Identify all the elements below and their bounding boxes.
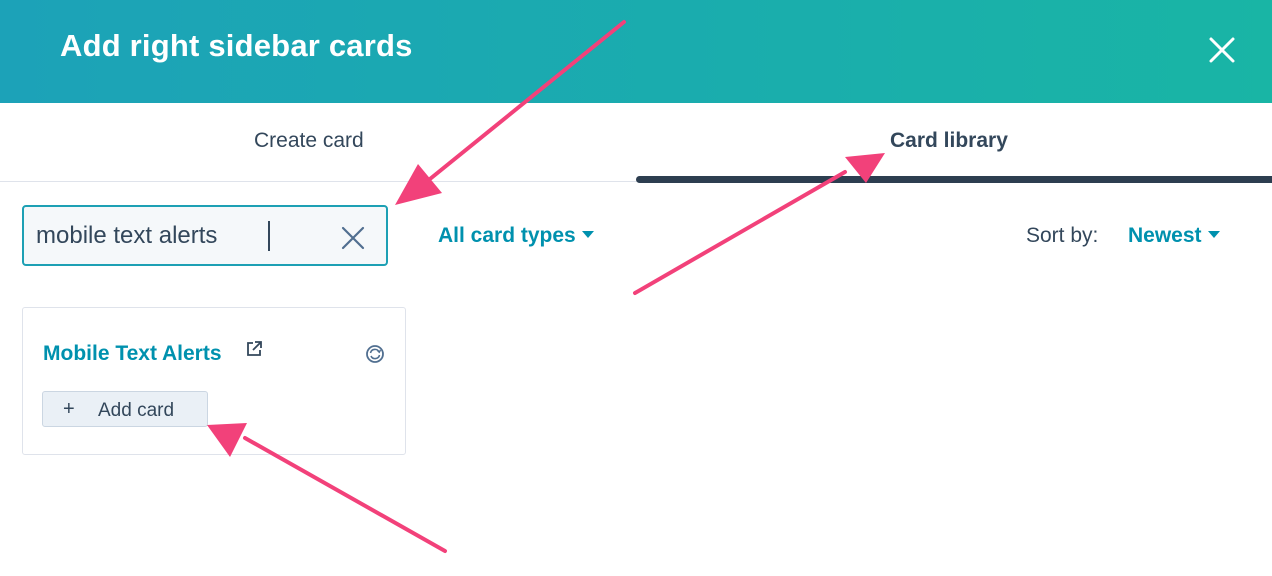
search-box[interactable] <box>22 205 388 266</box>
chevron-down-icon <box>1207 230 1220 238</box>
tab-bar: Create card Card library <box>0 103 1272 183</box>
card-type-filter-label: All card types <box>438 224 576 247</box>
modal-title: Add right sidebar cards <box>60 28 413 63</box>
tab-create-card[interactable]: Create card <box>254 129 364 153</box>
active-tab-indicator <box>636 176 1272 183</box>
add-card-button[interactable]: + Add card <box>42 391 208 427</box>
sort-label: Sort by: <box>1026 224 1099 247</box>
clear-icon[interactable] <box>340 225 366 251</box>
modal-header: Add right sidebar cards <box>0 0 1272 103</box>
close-icon[interactable] <box>1204 32 1240 68</box>
sort-value: Newest <box>1128 224 1202 247</box>
app-card: Mobile Text Alerts + Add card <box>22 307 406 455</box>
plus-icon: + <box>63 398 75 420</box>
chevron-down-icon <box>581 230 594 238</box>
tab-card-library[interactable]: Card library <box>890 129 1008 153</box>
card-type-filter[interactable]: All card types <box>438 224 594 248</box>
card-title-link[interactable]: Mobile Text Alerts <box>43 342 222 366</box>
external-link-icon[interactable] <box>245 340 263 358</box>
search-input[interactable] <box>36 221 326 251</box>
sort-dropdown[interactable]: Newest <box>1128 224 1220 248</box>
text-cursor <box>268 221 270 251</box>
sync-icon <box>365 344 385 364</box>
add-card-label: Add card <box>98 400 175 421</box>
